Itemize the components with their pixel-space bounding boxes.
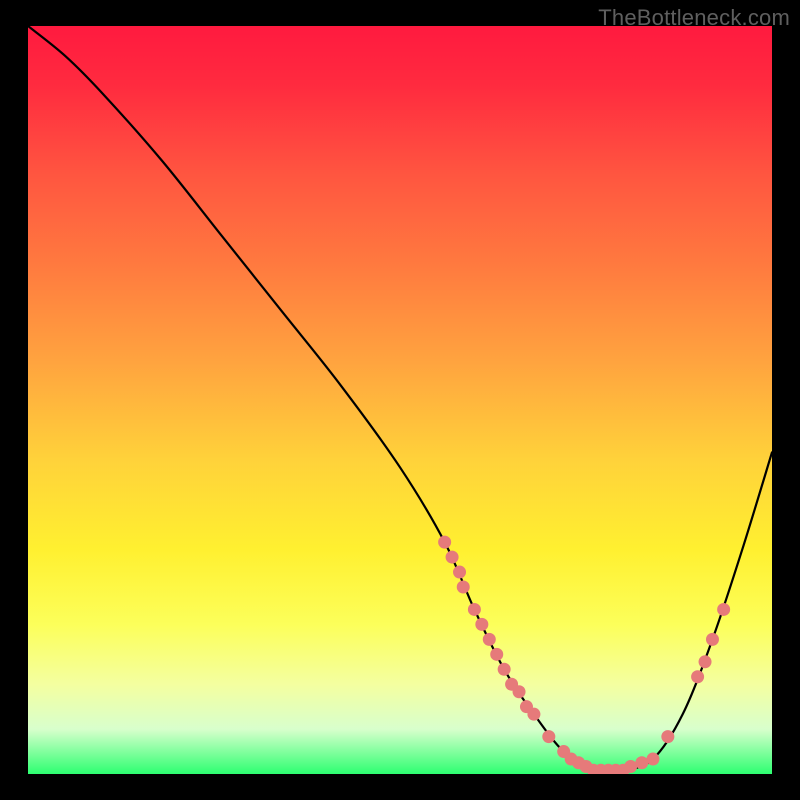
curve-marker [699,655,712,668]
curve-marker [453,566,466,579]
curve-marker [542,730,555,743]
curve-markers [438,536,730,774]
curve-marker [691,670,704,683]
curve-marker [527,708,540,721]
curve-marker [483,633,496,646]
curve-marker [457,581,470,594]
curve-marker [475,618,488,631]
curve-marker [706,633,719,646]
curve-marker [635,756,648,769]
chart-svg [28,26,772,774]
curve-marker [438,536,451,549]
curve-marker [513,685,526,698]
chart-gradient-area [28,26,772,774]
curve-marker [661,730,674,743]
curve-marker [624,760,637,773]
curve-marker [468,603,481,616]
curve-marker [490,648,503,661]
watermark-text: TheBottleneck.com [598,5,790,31]
curve-marker [498,663,511,676]
bottleneck-curve [28,26,772,772]
curve-marker [446,551,459,564]
curve-marker [646,753,659,766]
curve-marker [717,603,730,616]
